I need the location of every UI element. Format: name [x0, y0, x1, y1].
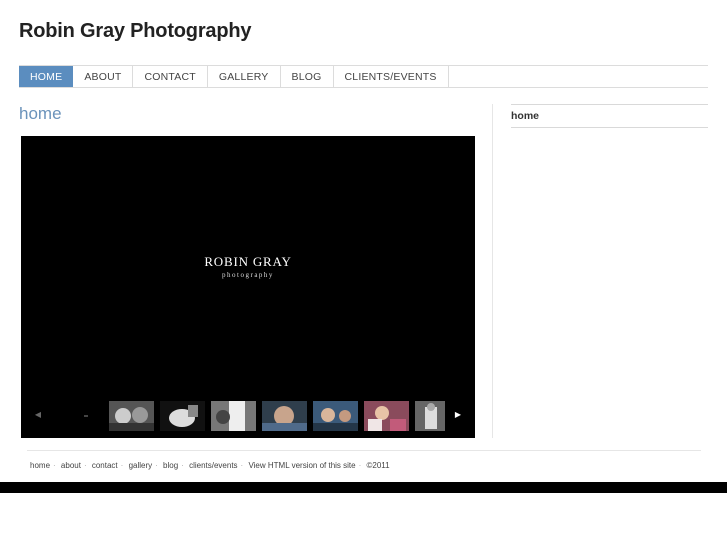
footer-link-clients-events[interactable]: clients/events	[189, 461, 237, 470]
nav-item-clients-events[interactable]: CLIENTS/EVENTS	[334, 66, 449, 87]
thumbnail-7[interactable]	[415, 401, 445, 431]
footer-link-contact[interactable]: contact	[92, 461, 118, 470]
triangle-right-icon[interactable]: ▶	[451, 408, 465, 422]
nav-item-home[interactable]: HOME	[19, 66, 74, 87]
slideshow-logo: ROBIN GRAY photography	[21, 254, 475, 279]
nav-item-about[interactable]: ABOUT	[73, 66, 134, 87]
sidebar-item-home[interactable]: home	[511, 104, 708, 128]
column-divider	[492, 104, 493, 438]
nav-item-blog[interactable]: BLOG	[281, 66, 334, 87]
footer: home · about · contact · gallery · blog · cli…	[30, 461, 390, 470]
main-nav: HOME ABOUT CONTACT GALLERY BLOG CLIENTS/…	[19, 65, 708, 88]
footer-link-blog[interactable]: blog	[163, 461, 178, 470]
nav-item-contact[interactable]: CONTACT	[133, 66, 208, 87]
slideshow[interactable]: ROBIN GRAY photography ◀ ▶	[21, 136, 475, 438]
thumbnail-5[interactable]	[313, 401, 358, 431]
nav-item-gallery[interactable]: GALLERY	[208, 66, 281, 87]
thumbnail-strip: ◀ ▶	[21, 400, 475, 432]
brand-name: ROBIN GRAY	[204, 254, 292, 269]
page-heading: home	[19, 104, 62, 123]
thumbnail-6[interactable]	[364, 401, 409, 431]
brand-subtitle: photography	[222, 271, 274, 279]
footer-link-about[interactable]: about	[61, 461, 81, 470]
bottom-bar	[0, 482, 727, 493]
footer-link-home[interactable]: home	[30, 461, 50, 470]
footer-link-html-version[interactable]: View HTML version of this site	[248, 461, 355, 470]
site-title[interactable]: Robin Gray Photography	[19, 20, 251, 43]
thumbnail-0[interactable]	[77, 401, 97, 431]
thumbnail-2[interactable]	[160, 401, 205, 431]
footer-link-gallery[interactable]: gallery	[129, 461, 153, 470]
triangle-left-icon[interactable]: ◀	[31, 408, 45, 422]
thumbnail-4[interactable]	[262, 401, 307, 431]
footer-copyright: ©2011	[366, 461, 390, 470]
thumbnail-1[interactable]	[109, 401, 154, 431]
footer-divider	[27, 450, 701, 451]
thumbnail-3[interactable]	[211, 401, 256, 431]
